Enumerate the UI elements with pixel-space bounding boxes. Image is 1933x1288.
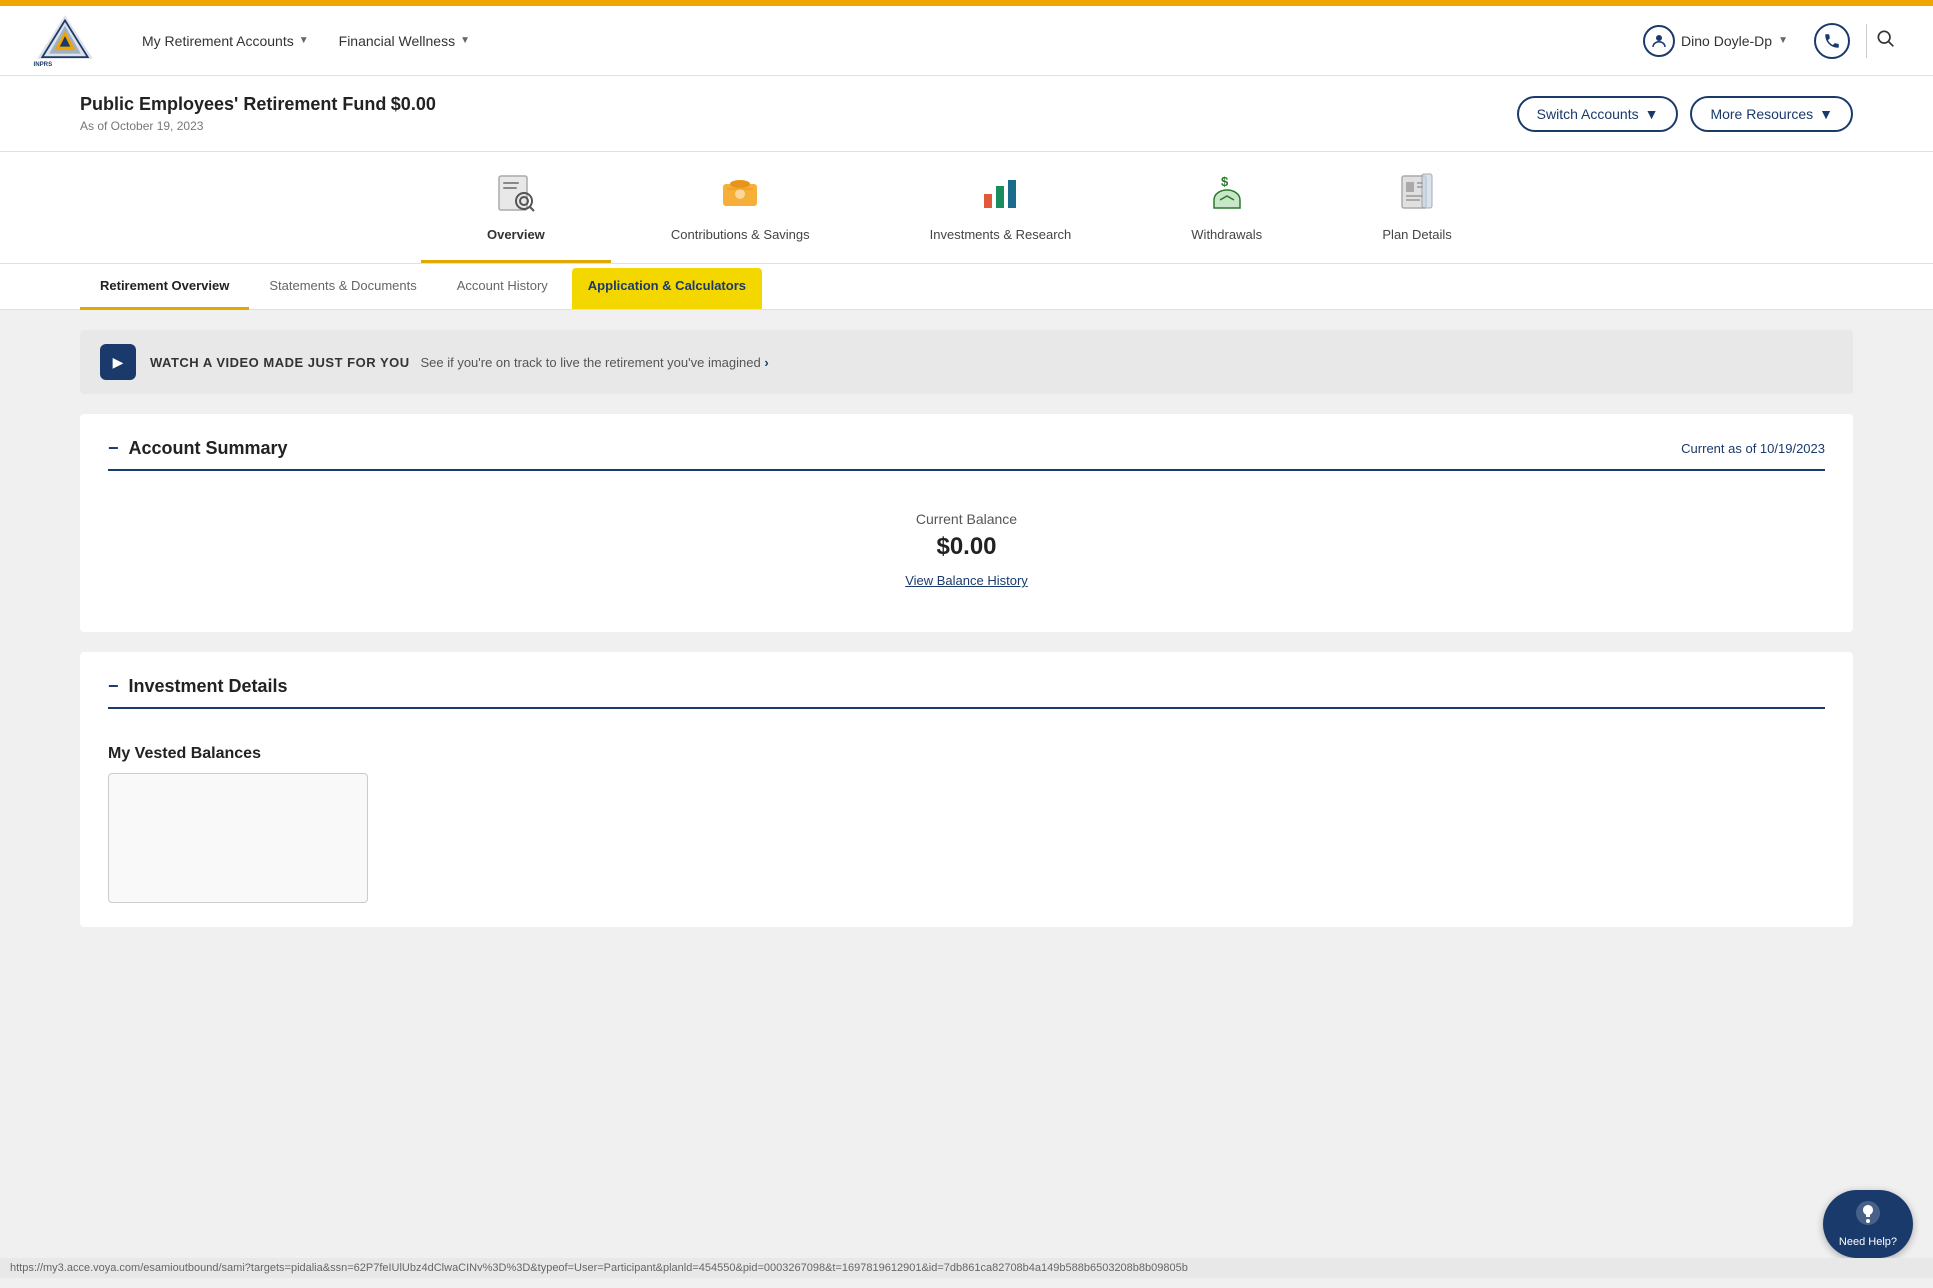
account-balance: $0.00: [391, 94, 436, 114]
icon-tabs-row: Overview Contributions & Savings Investm…: [0, 152, 1933, 264]
need-help-button[interactable]: Need Help?: [1823, 1190, 1913, 1258]
user-menu-button[interactable]: Dino Doyle-Dp ▼: [1633, 19, 1798, 63]
tab-overview-label: Overview: [487, 227, 545, 250]
main-content: ▶ WATCH A VIDEO MADE JUST FOR YOU See if…: [0, 310, 1933, 1288]
investment-details-header: − Investment Details: [108, 676, 1825, 709]
investment-details-title: Investment Details: [129, 676, 288, 697]
account-summary-card: − Account Summary Current as of 10/19/20…: [80, 414, 1853, 632]
tab-withdrawals[interactable]: $ Withdrawals: [1131, 162, 1322, 263]
tab-plan-details-label: Plan Details: [1382, 227, 1451, 250]
tab-investments-research[interactable]: Investments & Research: [870, 162, 1132, 263]
tab-overview[interactable]: Overview: [421, 162, 611, 263]
nav-financial-wellness[interactable]: Financial Wellness ▼: [327, 25, 482, 57]
url-bar: https://my3.acce.voya.com/esamioutbound/…: [0, 1258, 1933, 1278]
account-title: Public Employees' Retirement Fund $0.00: [80, 94, 436, 115]
header: INPRS INDIANA PUBLIC My Retirement Accou…: [0, 6, 1933, 76]
overview-icon: [495, 172, 537, 223]
user-dropdown-arrow: ▼: [1778, 35, 1788, 46]
withdrawals-icon: $: [1206, 172, 1248, 223]
sub-tabs-row: Retirement Overview Statements & Documen…: [0, 264, 1933, 310]
video-play-button[interactable]: ▶: [100, 344, 136, 380]
video-subtitle[interactable]: See if you're on track to live the retir…: [420, 355, 768, 370]
video-title: WATCH A VIDEO MADE JUST FOR YOU: [150, 355, 410, 370]
switch-accounts-arrow: ▼: [1645, 106, 1659, 122]
nav-wellness-arrow: ▼: [460, 35, 470, 46]
inprs-logo: INPRS INDIANA PUBLIC: [30, 13, 100, 68]
account-bar: Public Employees' Retirement Fund $0.00 …: [0, 76, 1933, 152]
balance-center: Current Balance $0.00 View Balance Histo…: [108, 491, 1825, 608]
investment-details-card: − Investment Details My Vested Balances: [80, 652, 1853, 927]
sub-tab-statements-documents[interactable]: Statements & Documents: [249, 264, 436, 310]
section-title-row: − Account Summary: [108, 438, 288, 459]
view-balance-history-link[interactable]: View Balance History: [905, 573, 1028, 588]
sub-tab-retirement-overview[interactable]: Retirement Overview: [80, 264, 249, 310]
nav-my-retirement-accounts[interactable]: My Retirement Accounts ▼: [130, 25, 321, 57]
tab-withdrawals-label: Withdrawals: [1191, 227, 1262, 250]
investments-icon: [979, 172, 1021, 223]
sub-tab-account-history[interactable]: Account History: [437, 264, 568, 310]
vested-balances-title: My Vested Balances: [108, 729, 1825, 773]
logo: INPRS INDIANA PUBLIC: [30, 13, 100, 68]
need-help-icon: [1855, 1200, 1881, 1232]
more-resources-arrow: ▼: [1819, 106, 1833, 122]
tab-contributions-label: Contributions & Savings: [671, 227, 810, 250]
account-summary-collapse-button[interactable]: −: [108, 438, 119, 459]
nav-retirement-arrow: ▼: [299, 35, 309, 46]
svg-text:$: $: [1221, 174, 1229, 189]
video-text: WATCH A VIDEO MADE JUST FOR YOU See if y…: [150, 355, 769, 370]
more-resources-button[interactable]: More Resources ▼: [1690, 96, 1853, 132]
account-buttons: Switch Accounts ▼ More Resources ▼: [1517, 96, 1853, 132]
header-right: Dino Doyle-Dp ▼: [1633, 19, 1903, 63]
main-nav: My Retirement Accounts ▼ Financial Welln…: [130, 25, 1633, 57]
account-info: Public Employees' Retirement Fund $0.00 …: [80, 94, 436, 133]
phone-button[interactable]: [1814, 23, 1850, 59]
contributions-icon: [719, 172, 761, 223]
need-help-label: Need Help?: [1839, 1236, 1897, 1248]
user-name-label: Dino Doyle-Dp: [1681, 33, 1772, 49]
tab-plan-details[interactable]: Plan Details: [1322, 162, 1512, 263]
vested-balances-chart: [108, 773, 368, 903]
switch-accounts-button[interactable]: Switch Accounts ▼: [1517, 96, 1679, 132]
sub-tab-application-calculators[interactable]: Application & Calculators: [572, 268, 762, 309]
svg-text:INPRS: INPRS: [34, 61, 53, 68]
search-button[interactable]: [1866, 24, 1903, 58]
account-summary-title: Account Summary: [129, 438, 288, 459]
account-summary-date: Current as of 10/19/2023: [1681, 441, 1825, 456]
video-banner: ▶ WATCH A VIDEO MADE JUST FOR YOU See if…: [80, 330, 1853, 394]
plan-details-icon: [1396, 172, 1438, 223]
current-balance-label: Current Balance: [108, 511, 1825, 527]
account-summary-header: − Account Summary Current as of 10/19/20…: [108, 438, 1825, 471]
tab-investments-label: Investments & Research: [930, 227, 1072, 250]
tab-contributions-savings[interactable]: Contributions & Savings: [611, 162, 870, 263]
investment-details-collapse-button[interactable]: −: [108, 676, 119, 697]
user-avatar-icon: [1643, 25, 1675, 57]
current-balance-amount: $0.00: [108, 533, 1825, 561]
video-chevron: ›: [764, 355, 768, 370]
account-date: As of October 19, 2023: [80, 119, 436, 133]
